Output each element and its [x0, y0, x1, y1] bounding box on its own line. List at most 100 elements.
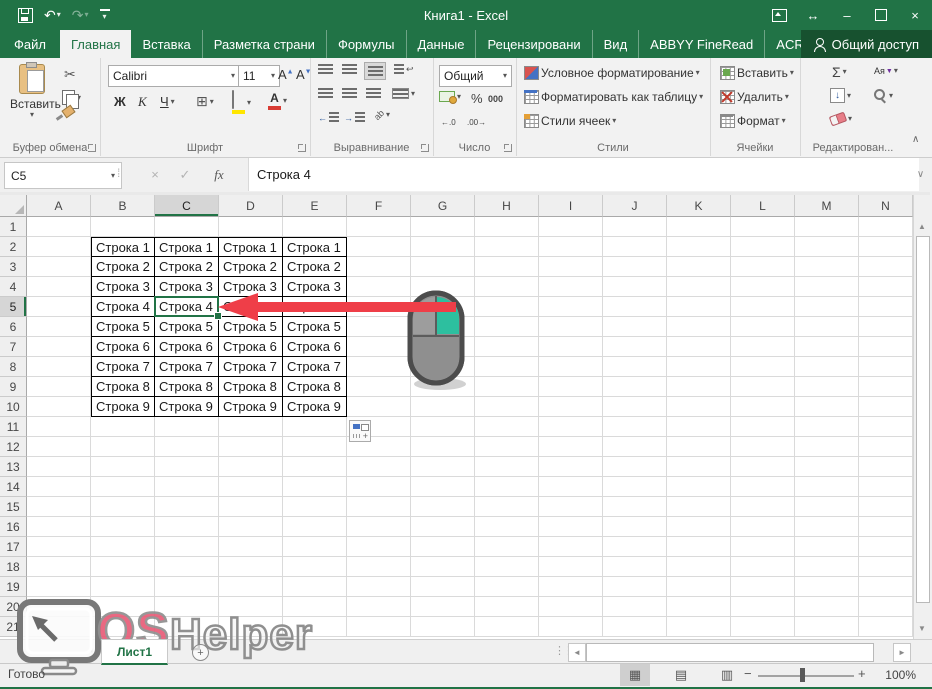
- cell-D8[interactable]: Строка 7: [219, 357, 283, 377]
- fill-color-button[interactable]: ▾: [232, 91, 251, 114]
- cell-A1[interactable]: [27, 217, 91, 237]
- cell-C14[interactable]: [155, 477, 219, 497]
- cell-H4[interactable]: [475, 277, 539, 297]
- cell-G6[interactable]: [411, 317, 475, 337]
- maximize-button[interactable]: [864, 0, 898, 30]
- cell-M13[interactable]: [795, 457, 859, 477]
- cell-E4[interactable]: Строка 3: [283, 277, 347, 297]
- cell-M5[interactable]: [795, 297, 859, 317]
- cell-G3[interactable]: [411, 257, 475, 277]
- tab-review[interactable]: Рецензировани: [476, 30, 592, 58]
- decrease-indent-button[interactable]: ←: [318, 112, 339, 123]
- row-header-21[interactable]: 21: [0, 617, 27, 637]
- cell-H11[interactable]: [475, 417, 539, 437]
- cell-G19[interactable]: [411, 577, 475, 597]
- cell-M6[interactable]: [795, 317, 859, 337]
- page-break-view-icon[interactable]: ▥: [712, 664, 742, 686]
- row-header-9[interactable]: 9: [0, 377, 27, 397]
- cell-F4[interactable]: [347, 277, 411, 297]
- cell-G8[interactable]: [411, 357, 475, 377]
- cell-M20[interactable]: [795, 597, 859, 617]
- cancel-icon[interactable]: ×: [142, 162, 168, 187]
- autosum-button[interactable]: Σ▾: [832, 64, 847, 80]
- confirm-icon[interactable]: ✓: [172, 162, 198, 187]
- percent-style-button[interactable]: %: [471, 91, 483, 106]
- cell-J15[interactable]: [603, 497, 667, 517]
- cell-D20[interactable]: [219, 597, 283, 617]
- cell-C13[interactable]: [155, 457, 219, 477]
- column-header-A[interactable]: A: [27, 195, 91, 217]
- cell-B15[interactable]: [91, 497, 155, 517]
- cell-A8[interactable]: [27, 357, 91, 377]
- cell-M17[interactable]: [795, 537, 859, 557]
- cell-L13[interactable]: [731, 457, 795, 477]
- cell-K11[interactable]: [667, 417, 731, 437]
- cell-F9[interactable]: [347, 377, 411, 397]
- cell-L3[interactable]: [731, 257, 795, 277]
- cell-L19[interactable]: [731, 577, 795, 597]
- cell-M3[interactable]: [795, 257, 859, 277]
- cell-C6[interactable]: Строка 5: [155, 317, 219, 337]
- cell-C15[interactable]: [155, 497, 219, 517]
- cell-M14[interactable]: [795, 477, 859, 497]
- cell-J10[interactable]: [603, 397, 667, 417]
- column-header-E[interactable]: E: [283, 195, 347, 217]
- name-box-dropdown-icon[interactable]: ▾: [111, 172, 115, 180]
- cell-B11[interactable]: [91, 417, 155, 437]
- cell-I1[interactable]: [539, 217, 603, 237]
- cell-N9[interactable]: [859, 377, 913, 397]
- cell-C1[interactable]: [155, 217, 219, 237]
- tab-home[interactable]: Главная: [60, 30, 131, 58]
- row-header-15[interactable]: 15: [0, 497, 27, 517]
- column-header-G[interactable]: G: [411, 195, 475, 217]
- cell-C7[interactable]: Строка 6: [155, 337, 219, 357]
- cell-E8[interactable]: Строка 7: [283, 357, 347, 377]
- new-sheet-button[interactable]: +: [192, 644, 209, 661]
- cell-F16[interactable]: [347, 517, 411, 537]
- cell-J11[interactable]: [603, 417, 667, 437]
- cell-A12[interactable]: [27, 437, 91, 457]
- number-dialog-launcher[interactable]: [504, 144, 512, 152]
- cell-E12[interactable]: [283, 437, 347, 457]
- cell-D14[interactable]: [219, 477, 283, 497]
- cell-N3[interactable]: [859, 257, 913, 277]
- cell-N20[interactable]: [859, 597, 913, 617]
- cell-H8[interactable]: [475, 357, 539, 377]
- cell-H17[interactable]: [475, 537, 539, 557]
- cell-N19[interactable]: [859, 577, 913, 597]
- cell-G11[interactable]: [411, 417, 475, 437]
- column-header-L[interactable]: L: [731, 195, 795, 217]
- cell-K19[interactable]: [667, 577, 731, 597]
- cell-M19[interactable]: [795, 577, 859, 597]
- collapse-ribbon-icon[interactable]: ∧: [912, 134, 919, 145]
- cell-A4[interactable]: [27, 277, 91, 297]
- cell-I11[interactable]: [539, 417, 603, 437]
- orientation-button[interactable]: ab▾: [374, 110, 390, 120]
- align-right-button[interactable]: [366, 88, 381, 99]
- cell-B13[interactable]: [91, 457, 155, 477]
- cell-C8[interactable]: Строка 7: [155, 357, 219, 377]
- cell-F8[interactable]: [347, 357, 411, 377]
- row-header-1[interactable]: 1: [0, 217, 27, 237]
- cell-F10[interactable]: [347, 397, 411, 417]
- grow-font-button[interactable]: А▲: [278, 67, 294, 82]
- cell-K18[interactable]: [667, 557, 731, 577]
- cell-F20[interactable]: [347, 597, 411, 617]
- cell-I21[interactable]: [539, 617, 603, 637]
- insert-cells-button[interactable]: Вставить▾: [720, 66, 794, 80]
- cell-J3[interactable]: [603, 257, 667, 277]
- cell-D12[interactable]: [219, 437, 283, 457]
- row-header-2[interactable]: 2: [0, 237, 27, 257]
- cell-N7[interactable]: [859, 337, 913, 357]
- cell-I15[interactable]: [539, 497, 603, 517]
- cell-L15[interactable]: [731, 497, 795, 517]
- cell-N10[interactable]: [859, 397, 913, 417]
- cell-D2[interactable]: Строка 1: [219, 237, 283, 257]
- cell-I16[interactable]: [539, 517, 603, 537]
- cell-L10[interactable]: [731, 397, 795, 417]
- cell-A7[interactable]: [27, 337, 91, 357]
- cell-M15[interactable]: [795, 497, 859, 517]
- cell-B20[interactable]: [91, 597, 155, 617]
- fill-handle[interactable]: [214, 312, 222, 320]
- row-header-17[interactable]: 17: [0, 537, 27, 557]
